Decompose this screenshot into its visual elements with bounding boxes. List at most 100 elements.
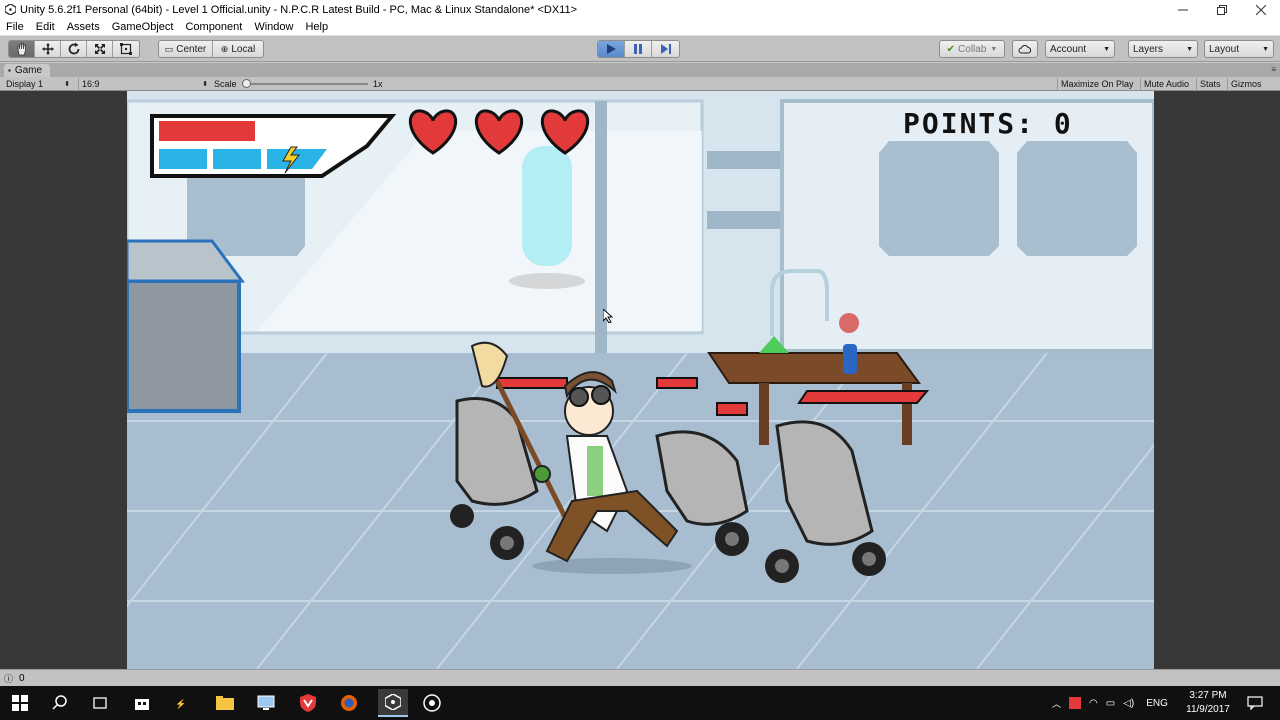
- lab-table: [707, 352, 921, 384]
- table-leg: [759, 383, 769, 445]
- updown-icon: ⬍: [202, 81, 208, 88]
- points-counter: POINTS: 0: [903, 107, 1073, 140]
- specimen-shelf: [1017, 141, 1137, 256]
- blue-bottle: [843, 344, 857, 374]
- cloud-group: [1012, 40, 1038, 58]
- computer-icon[interactable]: [255, 692, 277, 714]
- display-dropdown[interactable]: Display 1 ⬍: [6, 78, 70, 90]
- clock-date: 11/9/2017: [1186, 704, 1230, 715]
- restore-button[interactable]: [1202, 0, 1241, 19]
- info-icon: ⓘ: [4, 673, 14, 684]
- task-view-icon[interactable]: [89, 692, 111, 714]
- chevron-up-icon[interactable]: ︿: [1052, 697, 1061, 710]
- wifi-icon[interactable]: ◠: [1089, 698, 1098, 709]
- game-canvas[interactable]: POINTS: 0: [127, 91, 1154, 669]
- collab-label: Collab: [958, 43, 987, 55]
- window-title: Unity 5.6.2f1 Personal (64bit) - Level 1…: [20, 3, 578, 16]
- panel-tab-strip: ▪ Game ≡: [0, 63, 1280, 77]
- firefox-icon[interactable]: [338, 692, 360, 714]
- battery-icon[interactable]: ▭: [1106, 698, 1115, 709]
- gizmos-dropdown[interactable]: Gizmos: [1227, 78, 1265, 90]
- lives-hearts: [408, 109, 590, 155]
- local-space-icon: ⊕: [220, 43, 229, 54]
- health-bar-fill: [159, 121, 255, 141]
- chevron-down-icon: ▼: [1262, 45, 1269, 53]
- search-icon[interactable]: [49, 692, 71, 714]
- shield-icon[interactable]: [297, 692, 319, 714]
- console-status-bar: ⓘ 0: [0, 669, 1280, 686]
- maximize-on-play-toggle[interactable]: Maximize On Play: [1057, 78, 1137, 90]
- energy-segment: [159, 149, 207, 169]
- slider-thumb[interactable]: [242, 79, 251, 88]
- cloud-icon[interactable]: [1013, 41, 1037, 57]
- checkmark-icon: ✔: [946, 43, 956, 55]
- scale-icon[interactable]: [87, 41, 113, 57]
- menu-edit[interactable]: Edit: [30, 21, 61, 33]
- aspect-dropdown[interactable]: 16:9 ⬍: [78, 78, 208, 90]
- account-dropdown[interactable]: Account ▼: [1046, 41, 1114, 57]
- pivot-icon: ▭: [164, 43, 174, 54]
- language-indicator[interactable]: ENG: [1146, 698, 1168, 709]
- panel-menu-icon[interactable]: ≡: [1271, 65, 1276, 74]
- account-label: Account: [1050, 43, 1087, 55]
- scale-slider-track: [242, 78, 368, 90]
- chevron-down-icon: ▼: [1103, 45, 1110, 53]
- mute-audio-toggle[interactable]: Mute Audio: [1140, 78, 1192, 90]
- app-icon-red[interactable]: ⚡: [172, 692, 194, 714]
- chevron-down-icon: ▼: [990, 45, 998, 53]
- menu-window[interactable]: Window: [248, 21, 299, 33]
- pivot-center-button[interactable]: ▭ Center: [159, 41, 213, 57]
- menu-gameobject[interactable]: GameObject: [106, 21, 180, 33]
- layout-dropdown[interactable]: Layout ▼: [1205, 41, 1273, 57]
- layers-group: Layers ▼: [1128, 40, 1198, 58]
- cryo-capsule: [522, 146, 572, 266]
- menu-assets[interactable]: Assets: [61, 21, 106, 33]
- red-flask: [839, 313, 859, 333]
- close-button[interactable]: [1241, 0, 1280, 19]
- unity-editor-window: Unity 5.6.2f1 Personal (64bit) - Level 1…: [0, 0, 1280, 720]
- pause-button[interactable]: [625, 41, 652, 57]
- menu-file[interactable]: File: [0, 21, 30, 33]
- layout-label: Layout: [1209, 43, 1240, 55]
- game-scene: [127, 91, 1154, 669]
- rect-tool-icon[interactable]: [113, 41, 139, 57]
- pivot-label: Center: [176, 43, 207, 55]
- taskbar-clock[interactable]: 3:27 PM 11/9/2017: [1178, 689, 1238, 717]
- menu-component[interactable]: Component: [179, 21, 248, 33]
- play-controls: [597, 40, 680, 58]
- space-local-button[interactable]: ⊕ Local: [213, 41, 263, 57]
- menu-help[interactable]: Help: [299, 21, 334, 33]
- play-button[interactable]: [598, 41, 625, 57]
- mouse-cursor-icon: [602, 307, 614, 328]
- wall-pipe: [707, 151, 782, 169]
- scale-label: Scale: [214, 79, 237, 89]
- layers-label: Layers: [1133, 43, 1164, 55]
- step-button[interactable]: [652, 41, 679, 57]
- minimize-button[interactable]: [1163, 0, 1202, 19]
- updown-icon: ⬍: [64, 81, 70, 88]
- hand-icon[interactable]: [9, 41, 35, 57]
- display-label: Display 1: [6, 79, 44, 89]
- layers-dropdown[interactable]: Layers ▼: [1129, 41, 1197, 57]
- file-explorer-icon[interactable]: [214, 692, 236, 714]
- notifications-icon[interactable]: [1244, 692, 1266, 714]
- move-icon[interactable]: [35, 41, 61, 57]
- main-toolbar: ▭ Center ⊕ Local ✔ Collab ▼ Account ▼ La…: [0, 36, 1280, 62]
- windows-taskbar: ⚡ ︿ ◠ ▭ ◁) ENG 3:27 PM 11/9/2017: [0, 686, 1280, 720]
- lab-machine: [127, 279, 241, 413]
- obs-icon[interactable]: [421, 692, 443, 714]
- rotate-icon[interactable]: [61, 41, 87, 57]
- collab-button[interactable]: ✔ Collab ▼: [940, 41, 1004, 57]
- scale-slider[interactable]: [242, 78, 368, 90]
- tab-game[interactable]: ▪ Game: [4, 64, 51, 77]
- volume-icon[interactable]: ◁): [1123, 698, 1134, 709]
- windows-start-icon[interactable]: [9, 692, 31, 714]
- store-icon[interactable]: [131, 692, 153, 714]
- system-tray: ︿ ◠ ▭ ◁) ENG: [1052, 686, 1168, 720]
- game-tab-label: Game: [14, 65, 43, 76]
- chevron-down-icon: ▼: [1186, 45, 1193, 53]
- wall-pipe: [707, 211, 782, 229]
- antivirus-tray-icon[interactable]: [1069, 697, 1082, 709]
- unity-taskbar-icon[interactable]: [378, 689, 408, 717]
- stats-toggle[interactable]: Stats: [1196, 78, 1224, 90]
